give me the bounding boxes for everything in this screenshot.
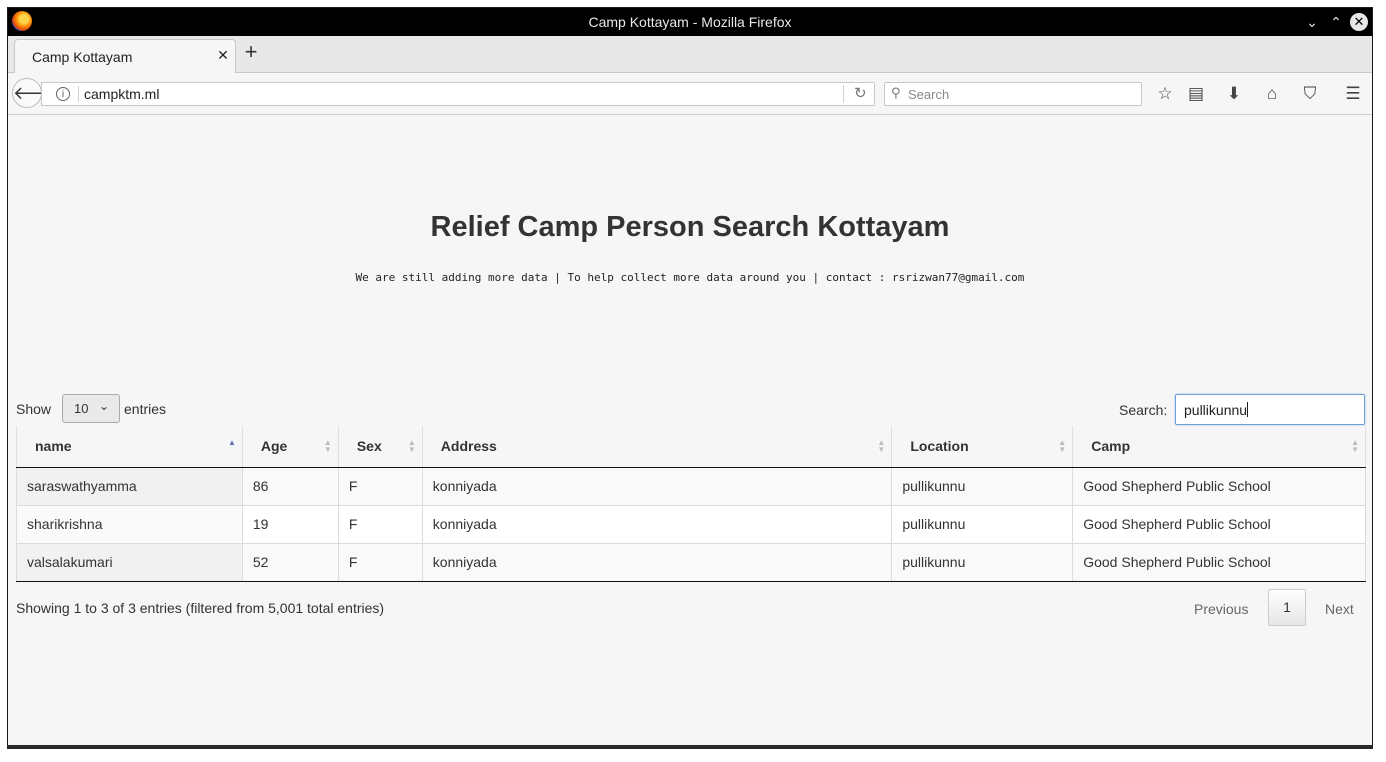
table-row[interactable]: saraswathyamma 86 F konniyada pullikunnu… <box>16 467 1366 506</box>
tab-title: Camp Kottayam <box>32 49 133 65</box>
minimize-button[interactable]: ⌄ <box>1302 12 1322 32</box>
search-label: Search: <box>1119 402 1168 418</box>
column-header-sex[interactable]: Sex ▲ ▼ <box>338 426 423 468</box>
navigation-toolbar: 🡐 i campktm.ml ↻ ⚲ Search ☆ ▤ ⬇ ⌂ ⛉ ☰ <box>8 73 1372 115</box>
cell-age: 19 <box>242 505 339 544</box>
sort-icon: ▲ ▼ <box>877 438 886 454</box>
entries-label: entries <box>124 401 167 417</box>
sort-icon: ▲ ▼ <box>323 438 332 454</box>
page-length-select[interactable]: 10 ⌄ <box>62 394 120 423</box>
next-page-button[interactable]: Next <box>1325 601 1354 617</box>
column-header-age[interactable]: Age ▲ ▼ <box>242 426 339 468</box>
maximize-button[interactable]: ⌃ <box>1326 12 1346 32</box>
page-content: Relief Camp Person Search Kottayam We ar… <box>8 115 1372 746</box>
cell-age: 86 <box>242 467 339 506</box>
pocket-icon[interactable]: ⛉ <box>1299 83 1321 105</box>
cell-name: sharikrishna <box>16 505 243 544</box>
sort-ascending-icon: ▲ <box>227 438 236 447</box>
text-caret <box>1247 402 1249 417</box>
cell-address: konniyada <box>422 543 893 582</box>
browser-window: Camp Kottayam - Mozilla Firefox ⌄ ⌃ ✕ Ca… <box>7 7 1373 747</box>
sort-icon: ▲ ▼ <box>1351 438 1359 454</box>
browser-search-bar[interactable]: ⚲ Search <box>884 82 1142 106</box>
results-table: name ▲ Age ▲ ▼ Sex ▲ ▼ Address ▲ ▼ Location ▲ ▼ C… <box>16 426 1366 582</box>
url-divider <box>843 85 844 103</box>
home-icon[interactable]: ⌂ <box>1261 83 1283 105</box>
cell-location: pullikunnu <box>891 467 1074 506</box>
search-icon: ⚲ <box>891 85 901 100</box>
table-header-row: name ▲ Age ▲ ▼ Sex ▲ ▼ Address ▲ ▼ Location ▲ ▼ C… <box>16 426 1366 468</box>
tab-strip: Camp Kottayam ✕ + <box>8 36 1372 73</box>
table-row[interactable]: valsalakumari 52 F konniyada pullikunnu … <box>16 543 1366 582</box>
show-label: Show <box>16 401 52 417</box>
cell-sex: F <box>338 505 423 544</box>
cell-camp: Good Shepherd Public School <box>1072 543 1366 582</box>
search-input-value: pullikunnu <box>1184 402 1248 418</box>
back-button[interactable]: 🡐 <box>12 78 61 108</box>
url-bar[interactable]: i campktm.ml ↻ <box>41 82 875 106</box>
cell-sex: F <box>338 543 423 582</box>
table-row[interactable]: sharikrishna 19 F konniyada pullikunnu G… <box>16 505 1366 544</box>
column-header-camp[interactable]: Camp ▲ ▼ <box>1072 426 1366 468</box>
cell-name: valsalakumari <box>16 543 243 582</box>
page-button-1[interactable]: 1 <box>1268 589 1306 626</box>
window-title: Camp Kottayam - Mozilla Firefox <box>588 14 792 30</box>
column-header-address[interactable]: Address ▲ ▼ <box>422 426 893 468</box>
table-info: Showing 1 to 3 of 3 entries (filtered fr… <box>16 600 385 616</box>
chevron-down-icon: ⌄ <box>99 399 110 413</box>
cell-sex: F <box>338 467 423 506</box>
cell-location: pullikunnu <box>891 505 1074 544</box>
previous-page-button[interactable]: Previous <box>1194 601 1248 617</box>
url-text[interactable]: campktm.ml <box>84 86 159 102</box>
cell-address: konniyada <box>422 505 893 544</box>
cell-camp: Good Shepherd Public School <box>1072 505 1366 544</box>
sort-icon: ▲ ▼ <box>1058 438 1067 454</box>
url-divider <box>78 86 79 102</box>
cell-age: 52 <box>242 543 339 582</box>
column-header-name[interactable]: name ▲ <box>16 426 243 468</box>
cell-camp: Good Shepherd Public School <box>1072 467 1366 506</box>
search-input[interactable]: pullikunnu <box>1175 394 1365 425</box>
search-placeholder: Search <box>908 87 950 102</box>
reading-list-icon[interactable]: ▤ <box>1185 83 1207 105</box>
sort-icon: ▲ ▼ <box>407 438 416 454</box>
menu-icon[interactable]: ☰ <box>1342 83 1364 105</box>
download-icon[interactable]: ⬇ <box>1223 83 1245 105</box>
reload-icon[interactable]: ↻ <box>854 84 867 102</box>
bookmark-star-icon[interactable]: ☆ <box>1154 83 1176 105</box>
page-title: Relief Camp Person Search Kottayam <box>430 211 950 243</box>
column-header-location[interactable]: Location ▲ ▼ <box>891 426 1074 468</box>
new-tab-button[interactable]: + <box>240 41 262 64</box>
title-bar: Camp Kottayam - Mozilla Firefox ⌄ ⌃ ✕ <box>8 8 1372 36</box>
page-subtitle: We are still adding more data | To help … <box>355 271 1025 284</box>
cell-address: konniyada <box>422 467 893 506</box>
page-length-value: 10 <box>74 401 89 416</box>
tab-close-button[interactable]: ✕ <box>215 47 231 63</box>
site-info-icon[interactable]: i <box>56 87 70 101</box>
close-window-button[interactable]: ✕ <box>1350 13 1368 31</box>
cell-name: saraswathyamma <box>16 467 243 506</box>
window-bottom-edge <box>7 745 1373 749</box>
cell-location: pullikunnu <box>891 543 1074 582</box>
tab-camp-kottayam[interactable]: Camp Kottayam ✕ <box>14 39 236 73</box>
